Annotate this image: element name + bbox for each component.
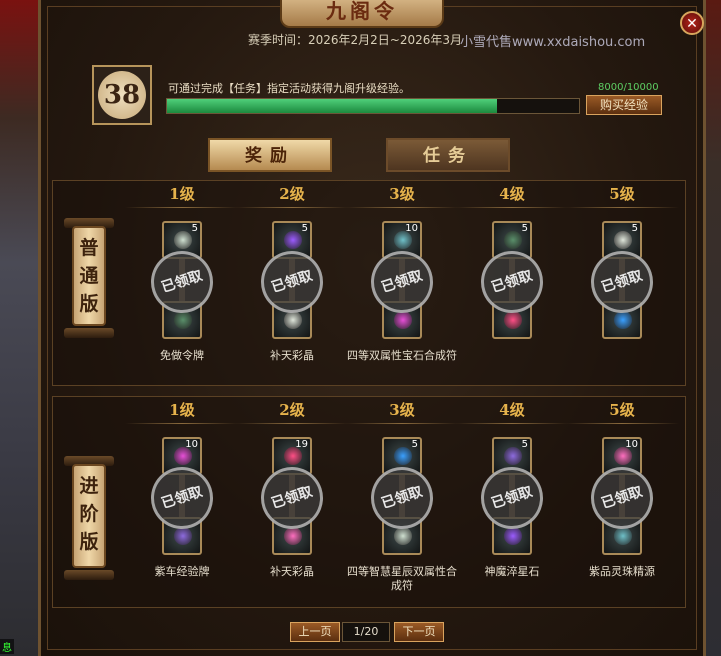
scroll-cap-icon — [64, 570, 114, 580]
reward-item-icon — [504, 311, 522, 329]
level-header: 5级 — [609, 185, 635, 203]
item-quantity: 5 — [411, 439, 418, 450]
exp-counter: 8000/10000 — [598, 82, 659, 93]
level-header: 3级 — [389, 185, 415, 203]
item-quantity: 5 — [631, 223, 638, 234]
track-label-char: 版 — [79, 293, 99, 315]
reward-item-icon — [174, 231, 192, 249]
buy-exp-button[interactable]: 购买经验 — [586, 95, 662, 115]
window-title: 九阁令 — [280, 0, 444, 28]
reward-item-icon — [614, 527, 632, 545]
level-divider — [125, 423, 239, 424]
reward-item-name: 紫品灵珠精源 — [589, 565, 655, 578]
page-indicator: 1/20 — [342, 622, 390, 642]
level-divider — [125, 207, 239, 208]
track-label-advanced: 进阶版 — [72, 464, 106, 568]
reward-item-name: 神魔淬星石 — [484, 565, 540, 578]
exp-description: 可通过完成【任务】指定活动获得九阁升级经验。 — [168, 82, 410, 95]
item-quantity: 5 — [191, 223, 198, 234]
level-divider — [345, 423, 459, 424]
exp-progress-fill — [167, 99, 497, 113]
scroll-cap-icon — [64, 328, 114, 338]
item-quantity: 5 — [301, 223, 308, 234]
track-label-char: 普 — [79, 237, 99, 259]
reward-item-icon — [504, 447, 522, 465]
prev-page-button[interactable]: 上一页 — [290, 622, 340, 642]
reward-item-name: 补天彩晶 — [270, 565, 314, 578]
reward-item-icon — [394, 447, 412, 465]
level-number: 38 — [98, 71, 146, 119]
level-divider — [345, 207, 459, 208]
reward-item-name: 四等双属性宝石合成符 — [347, 349, 457, 362]
reward-item-icon — [504, 527, 522, 545]
reward-item-name: 免做令牌 — [160, 349, 204, 362]
next-page-button[interactable]: 下一页 — [394, 622, 444, 642]
track-label-char: 进 — [79, 475, 99, 497]
level-header: 3级 — [389, 401, 415, 419]
level-header: 1级 — [169, 185, 195, 203]
reward-item-icon — [394, 311, 412, 329]
track-label-text: 普通版 — [74, 234, 104, 318]
level-header: 2级 — [279, 185, 305, 203]
level-divider — [235, 423, 349, 424]
level-divider — [565, 423, 679, 424]
item-quantity: 10 — [405, 223, 418, 234]
reward-item-icon — [174, 527, 192, 545]
season-time: 赛季时间：2026年2月2日~2026年3月 — [248, 33, 463, 47]
reward-item-icon — [394, 527, 412, 545]
exp-progress-bar — [166, 98, 580, 114]
track-label-text: 进阶版 — [74, 472, 104, 556]
reward-item-icon — [174, 311, 192, 329]
item-quantity: 19 — [295, 439, 308, 450]
track-label-char: 通 — [79, 265, 99, 287]
reward-item-name: 紫车经验牌 — [154, 565, 210, 578]
reward-item-name: 补天彩晶 — [270, 349, 314, 362]
level-header: 4级 — [499, 185, 525, 203]
tab-tasks[interactable]: 任务 — [386, 138, 510, 172]
level-header: 5级 — [609, 401, 635, 419]
reward-item-icon — [284, 231, 302, 249]
reward-item-icon — [614, 231, 632, 249]
level-header: 1级 — [169, 401, 195, 419]
reward-item-icon — [284, 311, 302, 329]
close-button[interactable]: ✕ — [680, 11, 704, 35]
track-label-normal: 普通版 — [72, 226, 106, 326]
level-header: 2级 — [279, 401, 305, 419]
level-divider — [565, 207, 679, 208]
track-label-char: 阶 — [79, 503, 99, 525]
watermark-text: 小雪代售www.xxdaishou.com — [460, 35, 646, 50]
item-quantity: 10 — [185, 439, 198, 450]
level-divider — [455, 207, 569, 208]
item-quantity: 10 — [625, 439, 638, 450]
reward-item-icon — [614, 311, 632, 329]
reward-item-name: 四等智慧星辰双属性合成符 — [347, 565, 457, 592]
track-label-char: 版 — [79, 531, 99, 553]
level-divider — [235, 207, 349, 208]
level-header: 4级 — [499, 401, 525, 419]
chat-tag: 息 — [0, 639, 14, 654]
reward-item-icon — [284, 527, 302, 545]
reward-item-icon — [504, 231, 522, 249]
item-quantity: 5 — [521, 439, 528, 450]
tab-rewards[interactable]: 奖励 — [208, 138, 332, 172]
level-badge: 38 — [92, 65, 152, 125]
item-quantity: 5 — [521, 223, 528, 234]
level-divider — [455, 423, 569, 424]
